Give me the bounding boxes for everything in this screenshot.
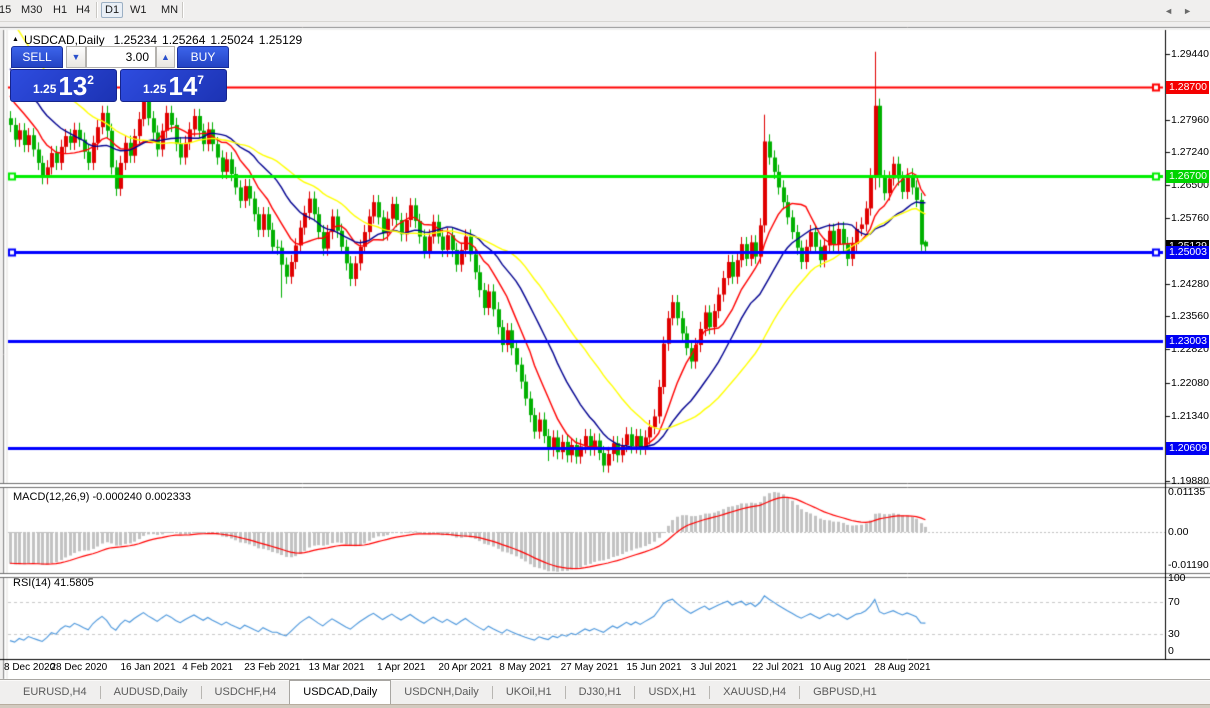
date-axis-label: 27 May 2021	[560, 662, 619, 673]
chart-tab-audusd-daily[interactable]: AUDUSD,Daily	[101, 680, 201, 705]
date-axis-label: 28 Aug 2021	[874, 662, 931, 673]
level-price-badge: 1.25003	[1166, 245, 1209, 259]
volume-input[interactable]: 3.00	[86, 46, 156, 68]
chart-tab-usdchf-h4[interactable]: USDCHF,H4	[202, 680, 290, 705]
price-tick-label: 1.27240	[1171, 146, 1209, 159]
price-tick-label: 1.23560	[1171, 310, 1209, 323]
sell-button[interactable]: SELL	[11, 46, 63, 68]
quote-close: 1.25129	[258, 33, 303, 47]
buy-button[interactable]: BUY	[177, 46, 229, 68]
rsi-axis-30: 30	[1168, 628, 1180, 640]
price-tick-label: 1.19880	[1171, 474, 1209, 487]
quote-open: 1.25234	[113, 33, 158, 47]
chart-title: ▲ USDCAD,Daily 1.25234 1.25264 1.25024 1…	[12, 33, 302, 47]
volume-decrease-button[interactable]: ▼	[66, 46, 86, 68]
window-bottom-edge	[0, 704, 1210, 708]
timeframe-button-h4[interactable]: H4	[73, 3, 93, 17]
chart-tab-ukoil-h1[interactable]: UKOil,H1	[493, 680, 565, 705]
timeframe-button-w1[interactable]: W1	[127, 3, 150, 17]
toolbar-separator	[96, 2, 98, 18]
macd-indicator-label: MACD(12,26,9) -0.000240 0.002333	[13, 491, 191, 503]
chart-tab-usdx-h1[interactable]: USDX,H1	[635, 680, 709, 705]
sell-price-base: 1.25	[33, 82, 57, 96]
price-tick-label: 1.21340	[1171, 409, 1209, 422]
macd-axis-top: 0.01135	[1168, 486, 1206, 498]
chart-canvas[interactable]	[0, 0, 1210, 707]
macd-axis-zero: 0.00	[1168, 526, 1189, 538]
rsi-indicator-label: RSI(14) 41.5805	[13, 577, 94, 589]
rsi-axis-70: 70	[1168, 596, 1180, 608]
date-axis-label: 10 Aug 2021	[810, 662, 867, 673]
quote-low: 1.25024	[210, 33, 254, 47]
rsi-axis-100: 100	[1168, 572, 1186, 584]
toolbar-separator	[182, 2, 184, 18]
level-price-badge: 1.28700	[1166, 80, 1209, 94]
sell-price-panel[interactable]: 1.25 13 2	[10, 69, 117, 102]
chart-tab-xauusd-h4[interactable]: XAUUSD,H4	[710, 680, 799, 705]
symbol-period-label: USDCAD,Daily	[23, 33, 105, 47]
buy-price-pips: 14	[168, 71, 198, 101]
volume-increase-button[interactable]: ▲	[156, 46, 175, 68]
one-click-trading-widget: SELL ▼ 3.00 ▲ BUY 1.25 13 2 1.25 14 7	[10, 46, 229, 102]
date-axis-label: 16 Jan 2021	[120, 662, 176, 673]
rsi-axis-0: 0	[1168, 645, 1174, 657]
price-tick-label: 1.24280	[1171, 278, 1209, 291]
chart-tab-usdcad-daily[interactable]: USDCAD,Daily	[289, 680, 392, 705]
price-tick-label: 1.27960	[1171, 114, 1209, 127]
macd-axis-bottom: -0.011904	[1168, 559, 1209, 571]
date-axis-label: 4 Feb 2021	[182, 662, 233, 673]
date-axis-label: 28 Dec 2020	[50, 662, 108, 673]
buy-price-fraction: 7	[197, 73, 204, 87]
timeframe-button-mn[interactable]: MN	[158, 3, 181, 17]
date-axis-label: 22 Jul 2021	[752, 662, 804, 673]
chart-tab-bar: EURUSD,H4 AUDUSD,Daily USDCHF,H4 USDCAD,Dai…	[0, 679, 1210, 705]
price-tick-label: 1.29440	[1171, 47, 1209, 60]
level-price-badge: 1.20609	[1166, 441, 1209, 455]
tab-scroll-left-icon[interactable]: ◄	[1164, 6, 1183, 16]
level-price-badge: 1.23003	[1166, 334, 1209, 348]
quote-high: 1.25264	[162, 33, 206, 47]
timeframe-toolbar: 15 M30 H1 H4 D1 W1 MN	[0, 0, 1210, 22]
timeframe-button-d1[interactable]: D1	[101, 2, 124, 18]
timeframe-button-m15[interactable]: 15	[0, 3, 14, 17]
price-tick-label: 1.25760	[1171, 212, 1209, 225]
date-axis-label: 8 May 2021	[499, 662, 552, 673]
buy-price-panel[interactable]: 1.25 14 7	[120, 69, 227, 102]
date-axis-label: 20 Apr 2021	[438, 662, 493, 673]
date-axis-label: 15 Jun 2021	[626, 662, 682, 673]
date-axis-label: 23 Feb 2021	[244, 662, 301, 673]
level-price-badge: 1.26700	[1166, 169, 1209, 183]
date-axis-label: 1 Apr 2021	[377, 662, 426, 673]
sell-price-fraction: 2	[87, 73, 94, 87]
chart-tab-gbpusd-h1[interactable]: GBPUSD,H1	[800, 680, 890, 705]
chart-tab-usdcnh-daily[interactable]: USDCNH,Daily	[391, 680, 492, 705]
collapse-triangle-icon[interactable]: ▲	[12, 36, 19, 43]
date-axis-label: 13 Mar 2021	[308, 662, 365, 673]
timeframe-button-m30[interactable]: M30	[18, 3, 45, 17]
sell-price-pips: 13	[58, 71, 88, 101]
date-axis-label: 3 Jul 2021	[690, 662, 737, 673]
tab-scroll-right-icon[interactable]: ►	[1183, 6, 1202, 16]
tab-scroll-arrows: ◄►	[1164, 6, 1202, 16]
timeframe-button-h1[interactable]: H1	[50, 3, 70, 17]
chart-tab-dj30-h1[interactable]: DJ30,H1	[566, 680, 635, 705]
date-axis-label: 8 Dec 2020	[4, 662, 56, 673]
buy-price-base: 1.25	[143, 82, 167, 96]
price-tick-label: 1.22080	[1171, 376, 1209, 389]
terminal-window: 15 M30 H1 H4 D1 W1 MN ▲ USDCAD,Daily 1.2…	[0, 0, 1210, 708]
chart-tab-eurusd-h4[interactable]: EURUSD,H4	[10, 680, 100, 705]
